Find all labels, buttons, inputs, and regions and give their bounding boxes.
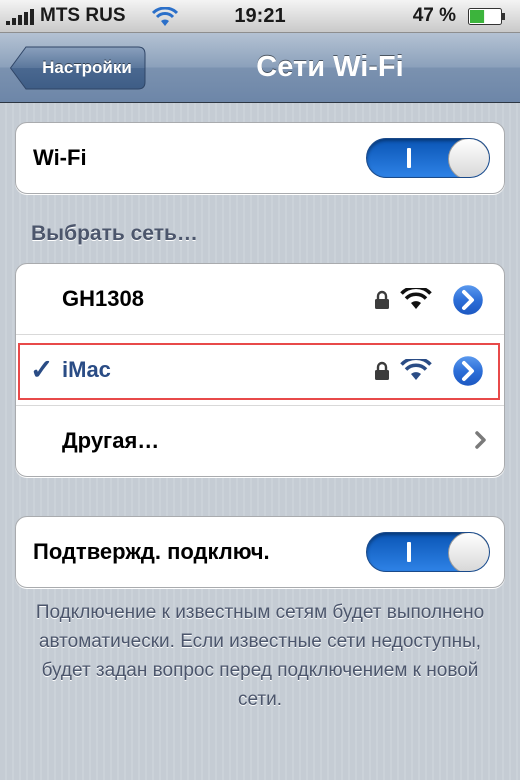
back-button-label: Настройки [42, 58, 132, 77]
lock-icon [375, 290, 389, 309]
ask-to-join-group: Подтвержд. подключ. [15, 516, 505, 588]
other-network-label: Другая… [62, 428, 160, 453]
toggle-on-mark [407, 148, 411, 168]
toggle-on-mark [407, 542, 411, 562]
wifi-toggle-row: Wi-Fi [16, 123, 504, 193]
chevron-right-icon [475, 431, 486, 449]
wifi-label: Wi-Fi [33, 145, 87, 170]
network-name: GH1308 [62, 286, 144, 311]
page-title: Сети Wi-Fi [256, 51, 404, 83]
selection-highlight [18, 343, 500, 400]
toggle-knob [448, 533, 489, 571]
ask-to-join-toggle[interactable] [366, 532, 490, 572]
wifi-signal-icon [400, 288, 432, 309]
toggle-knob [448, 139, 489, 177]
back-button[interactable]: Настройки [10, 46, 146, 90]
wifi-group: Wi-Fi [15, 122, 505, 194]
footer-description: Подключение к известным сетям будет выпо… [35, 602, 485, 710]
battery-icon [468, 8, 505, 25]
ask-to-join-label: Подтвержд. подключ. [33, 539, 270, 564]
section-header: Выбрать сеть… [31, 222, 198, 245]
battery-percent: 47 % [412, 5, 456, 26]
ask-to-join-row: Подтвержд. подключ. [16, 517, 504, 587]
network-row-gh1308[interactable]: GH1308 [16, 264, 504, 334]
detail-disclosure-icon[interactable] [450, 282, 486, 318]
other-network-row[interactable]: Другая… [16, 405, 504, 476]
navigation-bar: Настройки Сети Wi-Fi [0, 33, 520, 103]
wifi-toggle[interactable] [366, 138, 490, 178]
status-bar: MTS RUS 19:21 47 % [0, 0, 520, 33]
